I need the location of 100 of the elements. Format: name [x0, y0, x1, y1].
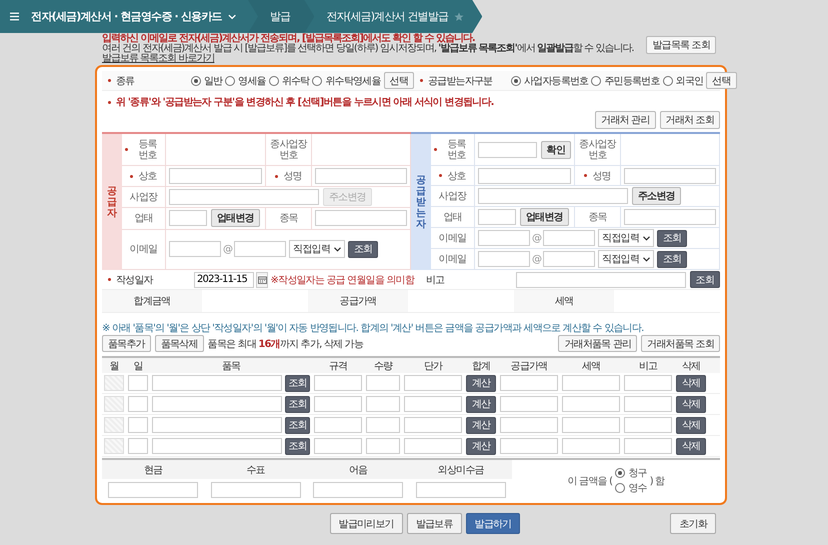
item-field[interactable] [152, 374, 282, 390]
breadcrumb-item[interactable]: 전자(세금)계산서 건별발급 [304, 0, 482, 33]
radio-label[interactable]: 영세율 [238, 74, 266, 88]
quantity-field[interactable] [366, 396, 400, 412]
email-field[interactable] [478, 251, 530, 267]
text-field[interactable] [478, 188, 628, 204]
menu-button[interactable]: 전자(세금)계산서 · 현금영수증 · 신용카드 [0, 0, 258, 33]
domain-select[interactable]: 직접입력 [289, 240, 346, 258]
radio-button[interactable] [190, 76, 201, 86]
caret-icon[interactable] [643, 256, 650, 262]
partner-item-button[interactable]: 거래처품목 조회 [641, 335, 720, 352]
lookup-button[interactable]: 조회 [285, 374, 310, 392]
spec-field[interactable] [314, 375, 362, 391]
lookup-button[interactable]: 조회 [657, 230, 688, 246]
day-field[interactable] [128, 396, 148, 412]
tax-field[interactable] [562, 375, 620, 391]
radio-button[interactable] [268, 76, 279, 86]
supply-field[interactable] [500, 396, 558, 412]
lookup-button[interactable]: 조회 [657, 250, 688, 268]
text-field[interactable] [169, 188, 319, 205]
radio-button[interactable] [225, 76, 236, 86]
domain-field[interactable] [234, 241, 286, 258]
text-field[interactable] [478, 142, 537, 158]
text-field[interactable] [624, 209, 716, 225]
item-field[interactable] [152, 438, 282, 454]
tax-field[interactable] [562, 396, 620, 412]
item-button[interactable]: 품목삭제 [154, 335, 204, 352]
radio-label[interactable]: 영수 [628, 481, 647, 495]
text-field[interactable] [169, 168, 262, 184]
delete-button[interactable]: 삭제 [676, 396, 706, 412]
radio-label[interactable]: 외국인 [676, 74, 704, 88]
amount-field[interactable] [416, 482, 506, 498]
quantity-field[interactable] [366, 438, 400, 454]
action-button[interactable]: 발급보류 [406, 513, 462, 534]
price-field[interactable] [404, 396, 462, 412]
text-field[interactable] [315, 210, 407, 226]
item-field[interactable] [152, 396, 282, 412]
calculate-button[interactable]: 계산 [466, 374, 496, 392]
delete-button[interactable]: 삭제 [676, 416, 706, 434]
amount-field[interactable] [210, 482, 301, 498]
delete-button[interactable]: 삭제 [676, 438, 706, 454]
address-button[interactable]: 주소변경 [632, 187, 681, 205]
tax-field[interactable] [562, 438, 620, 454]
item-button[interactable]: 품목추가 [102, 335, 151, 352]
domain-select[interactable]: 직접입력 [598, 250, 654, 268]
text-field[interactable] [169, 210, 207, 226]
text-field[interactable] [315, 168, 407, 184]
reset-button[interactable]: 초기화 [670, 513, 716, 534]
lookup-button[interactable]: 조회 [285, 396, 310, 412]
caret-icon[interactable] [334, 246, 342, 252]
radio-button[interactable] [662, 76, 673, 86]
remark-field[interactable] [624, 417, 672, 433]
supply-field[interactable] [500, 375, 558, 391]
spec-field[interactable] [314, 396, 362, 412]
business-button[interactable]: 업태변경 [211, 209, 260, 228]
lookup-button[interactable]: 조회 [285, 438, 310, 454]
confirm-button[interactable]: 확인 [540, 140, 571, 158]
supply-field[interactable] [500, 417, 558, 433]
email-field[interactable] [169, 241, 221, 258]
lookup-button[interactable]: 조회 [690, 271, 720, 288]
remark-field[interactable] [624, 438, 672, 454]
radio-label[interactable]: 사업자등록번호 [524, 74, 588, 88]
calculate-button[interactable]: 계산 [466, 396, 496, 412]
item-field[interactable] [152, 416, 282, 432]
lookup-button[interactable]: 조회 [348, 240, 378, 258]
radio-label[interactable]: 위수탁영세율 [325, 74, 381, 88]
chevron-down-icon[interactable] [228, 14, 236, 20]
spec-field[interactable] [314, 438, 362, 454]
quantity-field[interactable] [366, 417, 400, 433]
menu-icon[interactable] [10, 12, 20, 21]
action-button[interactable]: 발급하기 [466, 513, 520, 534]
amount-field[interactable] [313, 482, 404, 498]
calendar-icon[interactable] [256, 272, 268, 288]
day-field[interactable] [128, 438, 148, 454]
partner-button[interactable]: 거래처 관리 [595, 111, 656, 129]
text-field[interactable] [478, 209, 516, 225]
domain-field[interactable] [543, 251, 596, 267]
price-field[interactable] [404, 438, 462, 454]
radio-label[interactable]: 주민등록번호 [604, 74, 660, 88]
domain-field[interactable] [543, 230, 596, 246]
email-field[interactable] [478, 230, 530, 246]
caret-icon[interactable] [643, 236, 650, 240]
remark-field[interactable] [624, 396, 672, 412]
partner-item-button[interactable]: 거래처품목 관리 [558, 335, 638, 352]
spec-field[interactable] [314, 417, 362, 433]
radio-button[interactable] [312, 76, 322, 86]
price-field[interactable] [404, 417, 462, 433]
list-button[interactable]: 발급목록 조회 [646, 36, 716, 54]
remark-field[interactable] [516, 272, 686, 288]
calculate-button[interactable]: 계산 [466, 438, 496, 454]
radio-label[interactable]: 일반 [204, 74, 222, 88]
quantity-field[interactable] [366, 375, 400, 391]
domain-select[interactable]: 직접입력 [598, 229, 654, 247]
day-field[interactable] [128, 375, 148, 391]
text-field[interactable] [478, 168, 571, 184]
supply-field[interactable] [500, 438, 558, 454]
text-field[interactable] [624, 168, 716, 184]
calculate-button[interactable]: 계산 [466, 416, 496, 434]
partner-button[interactable]: 거래처 조회 [660, 111, 720, 129]
day-field[interactable] [128, 417, 148, 433]
